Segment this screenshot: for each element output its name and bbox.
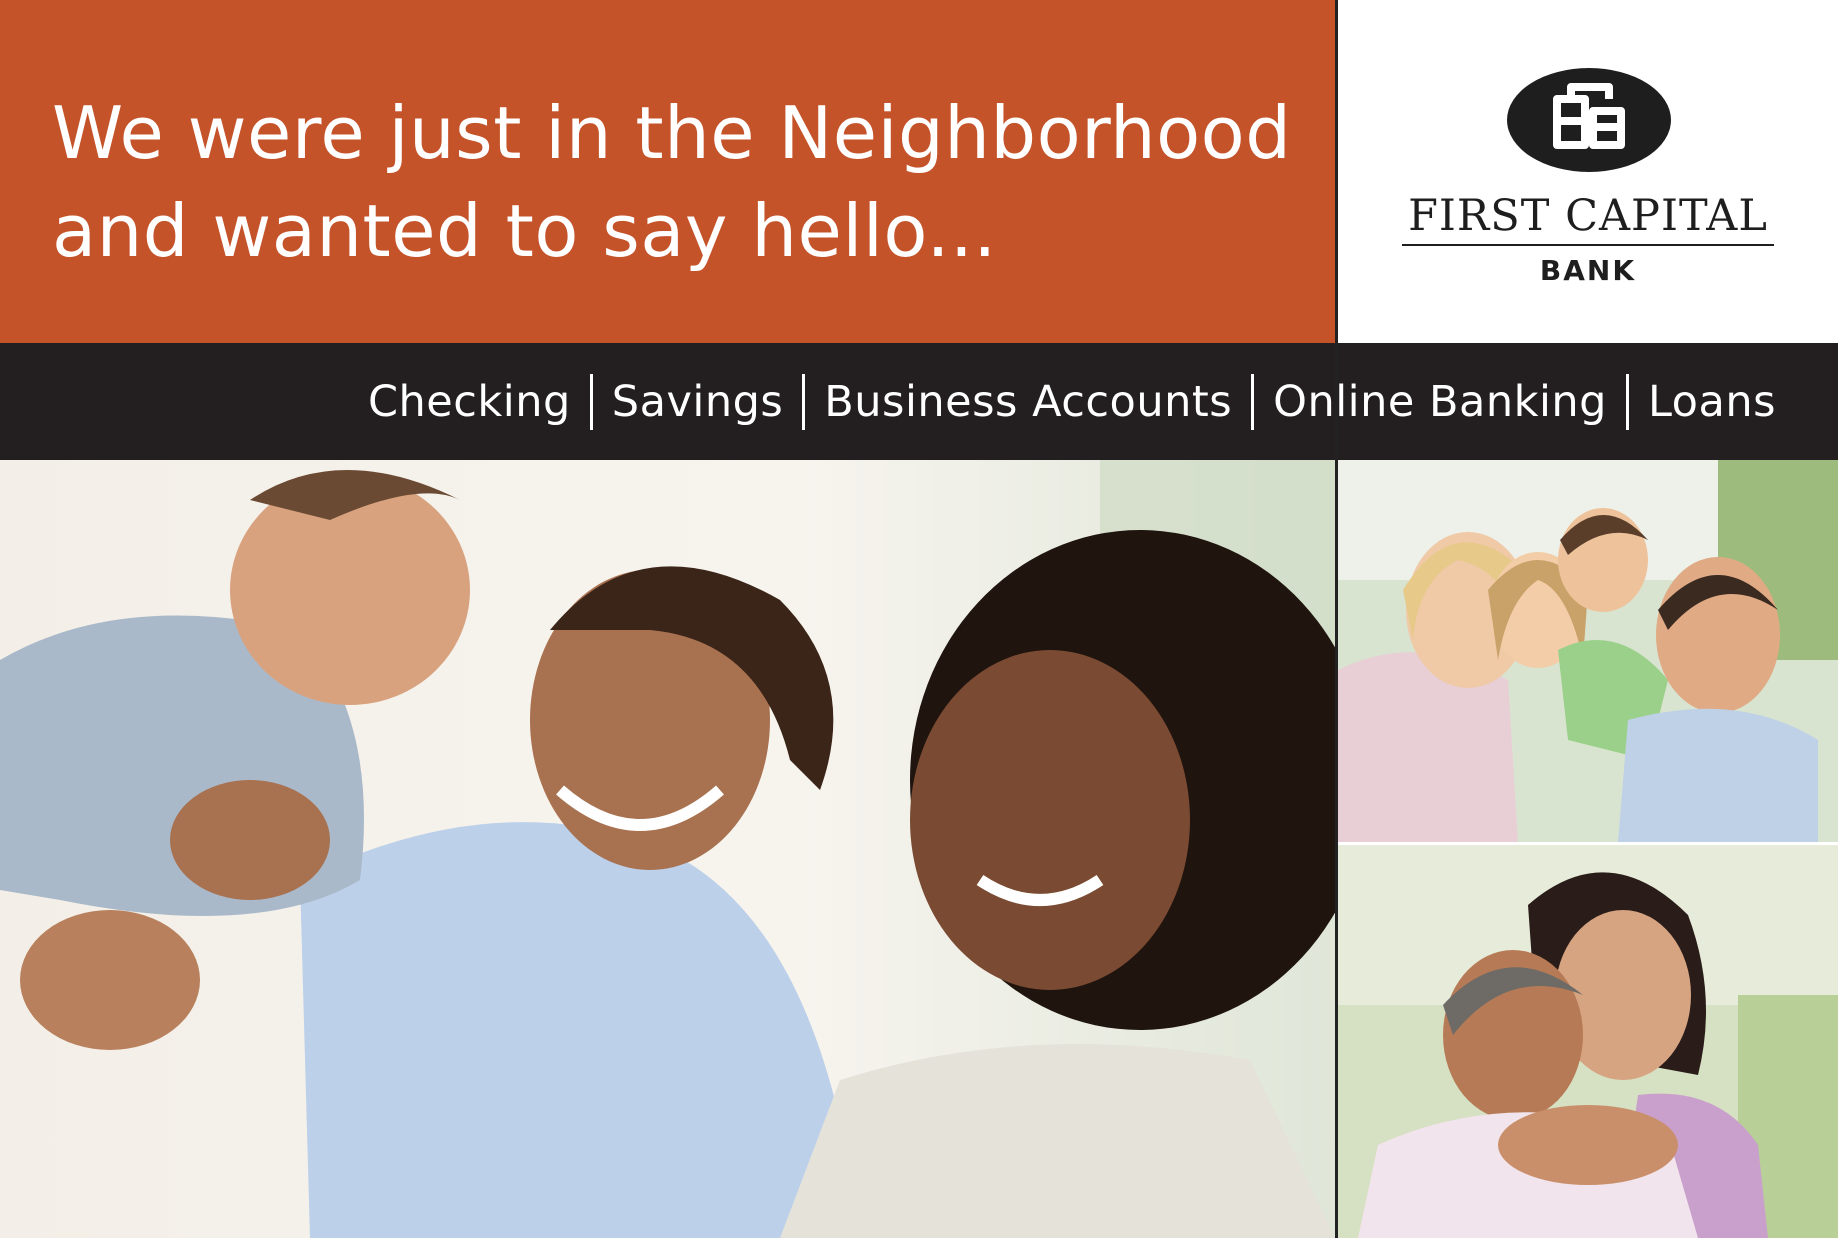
logo-panel: FIRST CAPITAL BANK — [1338, 0, 1838, 343]
separator — [1625, 373, 1629, 430]
headline-line-1: We were just in the Neighborhood — [52, 91, 1292, 175]
separator — [1251, 373, 1255, 430]
family-piggyback-photo — [1338, 460, 1838, 842]
family-piggyback-illustration — [1338, 460, 1838, 842]
separator — [589, 373, 593, 430]
separator — [802, 373, 806, 430]
bank-name: FIRST CAPITAL — [1408, 191, 1768, 241]
vertical-divider — [1335, 0, 1338, 1238]
family-with-baby-photo — [0, 460, 1335, 1238]
service-savings: Savings — [611, 376, 784, 427]
service-business-accounts: Business Accounts — [824, 376, 1233, 427]
services-bar: Checking Savings Business Accounts Onlin… — [0, 343, 1838, 460]
service-loans: Loans — [1647, 376, 1776, 427]
bank-logo-icon — [1507, 68, 1671, 172]
senior-couple-photo — [1338, 845, 1838, 1238]
bank-subtitle: BANK — [1539, 254, 1637, 287]
family-with-baby-illustration — [0, 460, 1335, 1238]
service-online-banking: Online Banking — [1273, 376, 1607, 427]
logo-rule — [1402, 244, 1774, 246]
headline-banner: We were just in the Neighborhood and wan… — [0, 0, 1335, 343]
service-checking: Checking — [368, 376, 571, 427]
services-list: Checking Savings Business Accounts Onlin… — [368, 343, 1776, 460]
senior-couple-illustration — [1338, 845, 1838, 1238]
headline: We were just in the Neighborhood and wan… — [52, 84, 1322, 280]
headline-line-2: and wanted to say hello... — [52, 189, 997, 273]
